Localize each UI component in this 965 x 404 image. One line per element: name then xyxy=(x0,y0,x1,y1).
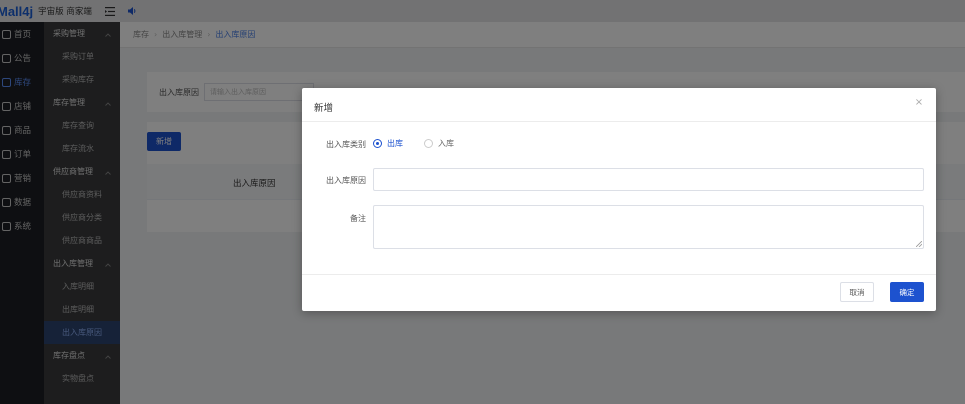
radio-out[interactable]: 出库 xyxy=(373,138,403,149)
remark-label: 备注 xyxy=(350,214,366,223)
radio-in-label: 入库 xyxy=(438,139,454,148)
reason-label: 出入库原因 xyxy=(326,176,366,185)
cancel-button[interactable]: 取消 xyxy=(840,282,874,302)
type-label: 出入库类别 xyxy=(326,140,366,149)
close-icon[interactable]: × xyxy=(914,98,924,108)
reason-input[interactable] xyxy=(373,168,924,191)
radio-dot-icon xyxy=(373,139,382,148)
remark-textarea[interactable] xyxy=(373,205,924,249)
resize-handle-icon[interactable] xyxy=(916,241,922,247)
radio-in[interactable]: 入库 xyxy=(424,138,454,149)
dialog-title: 新增 xyxy=(314,103,334,114)
radio-dot-icon xyxy=(424,139,433,148)
add-reason-dialog: 新增 × 出入库类别 出库 入库 出入库原因 备注 取消 确定 xyxy=(302,88,936,311)
confirm-button[interactable]: 确定 xyxy=(890,282,924,302)
dialog-footer: 取消 确定 xyxy=(302,274,936,311)
dialog-header: 新增 × xyxy=(302,88,936,122)
radio-out-label: 出库 xyxy=(387,139,403,148)
